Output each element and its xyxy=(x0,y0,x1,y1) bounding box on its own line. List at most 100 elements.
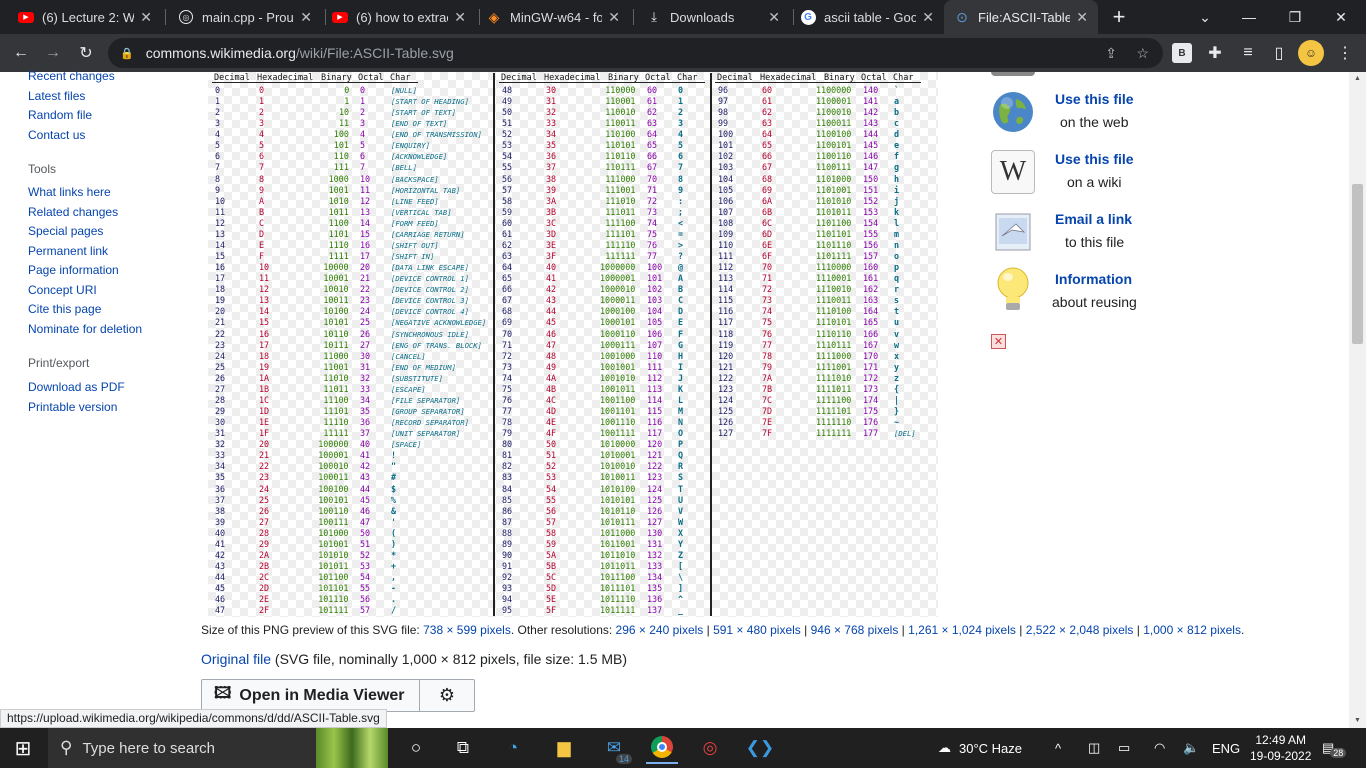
browser-tab-1[interactable]: ◎ main.cpp - Proud ✕ xyxy=(168,0,322,34)
side-panel-icon[interactable]: ▯ xyxy=(1266,40,1292,66)
reload-icon[interactable]: ↻ xyxy=(73,40,99,66)
notification-center-icon[interactable]: ▤ 28 xyxy=(1322,728,1347,768)
new-tab-icon[interactable]: + xyxy=(1096,0,1142,34)
volume-icon[interactable]: 🔈 xyxy=(1183,728,1199,768)
ascii-cell-chr: : xyxy=(678,195,684,206)
tab-close-icon[interactable]: ✕ xyxy=(300,9,312,26)
search-placeholder: Type here to search xyxy=(82,739,216,757)
file-explorer-icon[interactable]: ▆ xyxy=(548,732,580,764)
wikipedia-icon[interactable]: W xyxy=(991,150,1035,194)
scroll-down-icon[interactable]: ▼ xyxy=(1349,714,1366,728)
chrome-icon[interactable] xyxy=(646,732,678,764)
app-icon-red[interactable]: ◎ xyxy=(694,732,726,764)
tab-close-icon[interactable]: ✕ xyxy=(922,9,934,26)
email-icon[interactable] xyxy=(991,210,1035,254)
vscode-icon[interactable]: ❮❯ xyxy=(744,732,776,764)
sidebar-link-concept-uri[interactable]: Concept URI xyxy=(28,283,97,297)
sidebar-link-download-as-pdf[interactable]: Download as PDF xyxy=(28,380,125,394)
ascii-table-image[interactable]: Decimal Hexadecimal Binary Octal Char 0 0 0 0 [NU… xyxy=(208,72,938,617)
email-link[interactable]: Email a link xyxy=(1055,211,1132,227)
globe-icon[interactable] xyxy=(991,90,1035,134)
res-link-946[interactable]: 946 × 768 pixels xyxy=(811,623,899,637)
windows-start-icon[interactable]: ⊞ xyxy=(7,732,39,764)
tab-close-icon[interactable]: ✕ xyxy=(1076,9,1088,26)
sidebar-link-permanent-link[interactable]: Permanent link xyxy=(28,244,108,258)
sidebar-link-nominate-for-deletion[interactable]: Nominate for deletion xyxy=(28,322,142,336)
ascii-cell-chr: ' xyxy=(391,516,397,527)
tab-close-icon[interactable]: ✕ xyxy=(454,9,466,26)
ascii-cell-dec: 84 xyxy=(502,483,513,494)
scroll-up-icon[interactable]: ▲ xyxy=(1349,72,1366,86)
language-indicator[interactable]: ENG xyxy=(1212,728,1240,768)
res-link-296[interactable]: 296 × 240 pixels xyxy=(616,623,704,637)
minimize-icon[interactable]: — xyxy=(1226,0,1272,34)
ascii-cell-hex: 7B xyxy=(762,383,773,394)
lightbulb-icon[interactable] xyxy=(991,267,1035,312)
res-link-591[interactable]: 591 × 480 pixels xyxy=(713,623,801,637)
forward-icon[interactable]: → xyxy=(40,40,66,66)
reading-list-icon[interactable]: ≡ xyxy=(1235,40,1261,66)
browser-tab-6[interactable]: ⊙ File:ASCII-Table.sv ✕ xyxy=(944,0,1098,34)
ascii-cell-hex: 23 xyxy=(259,472,270,483)
sidebar-link-printable-version[interactable]: Printable version xyxy=(28,400,117,414)
scrollbar-thumb[interactable] xyxy=(1352,184,1363,344)
bookmark-star-icon[interactable]: ☆ xyxy=(1136,45,1149,62)
edge-icon[interactable]: ◔ xyxy=(497,732,529,764)
res-link-1000[interactable]: 1,000 × 812 pixels xyxy=(1143,623,1241,637)
use-web-link[interactable]: Use this file xyxy=(1055,91,1134,107)
sidebar-link-what-links-here[interactable]: What links here xyxy=(28,185,111,199)
tab-search-icon[interactable]: ⌄ xyxy=(1182,0,1228,34)
wifi-icon[interactable]: ◠ xyxy=(1154,728,1165,768)
weather-widget[interactable]: ☁ 30°C Haze xyxy=(938,728,1022,768)
task-view-icon[interactable]: ⧉ xyxy=(447,732,479,764)
browser-tab-0[interactable]: ▶ (6) Lecture 2: Wri ✕ xyxy=(8,0,162,34)
address-bar[interactable]: 🔒 commons.wikimedia.org/wiki/File:ASCII-… xyxy=(108,38,1163,68)
tab-close-icon[interactable]: ✕ xyxy=(608,9,620,26)
meet-now-icon[interactable]: ◫ xyxy=(1088,728,1100,768)
open-media-viewer-button[interactable]: 🖾 Open in Media Viewer xyxy=(202,680,420,711)
res-link-1261[interactable]: 1,261 × 1,024 pixels xyxy=(908,623,1016,637)
sidebar-link-random-file[interactable]: Random file xyxy=(28,108,92,122)
ascii-cell-chr: s xyxy=(894,295,900,306)
tab-close-icon[interactable]: ✕ xyxy=(768,9,780,26)
taskbar-search-box[interactable]: ⚲ Type here to search xyxy=(48,728,388,768)
mail-icon[interactable]: ✉ 14 xyxy=(598,732,632,764)
sidebar-link-latest-files[interactable]: Latest files xyxy=(28,89,85,103)
browser-tab-2[interactable]: ▶ (6) how to extract ✕ xyxy=(322,0,476,34)
page-scrollbar[interactable]: ▲ ▼ xyxy=(1349,72,1366,728)
close-window-icon[interactable]: ✕ xyxy=(1318,0,1364,34)
ascii-cell-chr: [START OF HEADING] xyxy=(391,97,469,107)
ascii-cell-bin: 1000000 xyxy=(600,262,636,273)
sidebar-link-page-information[interactable]: Page information xyxy=(28,263,119,277)
sidebar-link-related-changes[interactable]: Related changes xyxy=(28,205,118,219)
menu-kebab-icon[interactable]: ⋮ xyxy=(1332,40,1358,66)
ascii-cell-bin: 1110 xyxy=(328,239,349,250)
sidebar-link-contact-us[interactable]: Contact us xyxy=(28,128,85,142)
sidebar-link-recent-changes[interactable]: Recent changes xyxy=(28,69,115,83)
tab-close-icon[interactable]: ✕ xyxy=(140,9,152,26)
share-icon[interactable]: ⇪ xyxy=(1105,45,1117,62)
ascii-cell-dec: 102 xyxy=(718,151,734,162)
extensions-puzzle-icon[interactable]: ✚ xyxy=(1202,40,1228,66)
maximize-icon[interactable]: ❐ xyxy=(1272,0,1318,34)
profile-avatar[interactable]: ☺ xyxy=(1298,40,1324,66)
browser-tab-4[interactable]: ⤓ Downloads ✕ xyxy=(636,0,790,34)
sidebar-link-special-pages[interactable]: Special pages xyxy=(28,224,103,238)
use-wiki-link[interactable]: Use this file xyxy=(1055,151,1134,167)
show-hidden-icons[interactable]: ^ xyxy=(1055,728,1061,768)
gear-icon[interactable]: ⚙ xyxy=(420,680,474,711)
browser-tab-5[interactable]: Gascii table - Goog ✕ xyxy=(790,0,944,34)
information-link[interactable]: Information xyxy=(1055,271,1132,287)
res-link-2522[interactable]: 2,522 × 2,048 pixels xyxy=(1026,623,1134,637)
cortana-icon[interactable]: ○ xyxy=(400,732,432,764)
original-file-link[interactable]: Original file xyxy=(201,651,271,667)
browser-tab-3[interactable]: ◈ MinGW-w64 - for ✕ xyxy=(476,0,630,34)
clock[interactable]: 12:49 AM 19-09-2022 xyxy=(1250,728,1311,768)
preview-size-link[interactable]: 738 × 599 pixels xyxy=(423,623,511,637)
ascii-cell-bin: 1100001 xyxy=(816,96,852,107)
ascii-cell-chr: 3 xyxy=(678,118,684,129)
back-icon[interactable]: ← xyxy=(8,40,34,66)
sidebar-link-cite-this-page[interactable]: Cite this page xyxy=(28,302,101,316)
battery-icon[interactable]: ▭ xyxy=(1118,728,1130,768)
extension-icon-b[interactable]: B xyxy=(1172,43,1192,63)
